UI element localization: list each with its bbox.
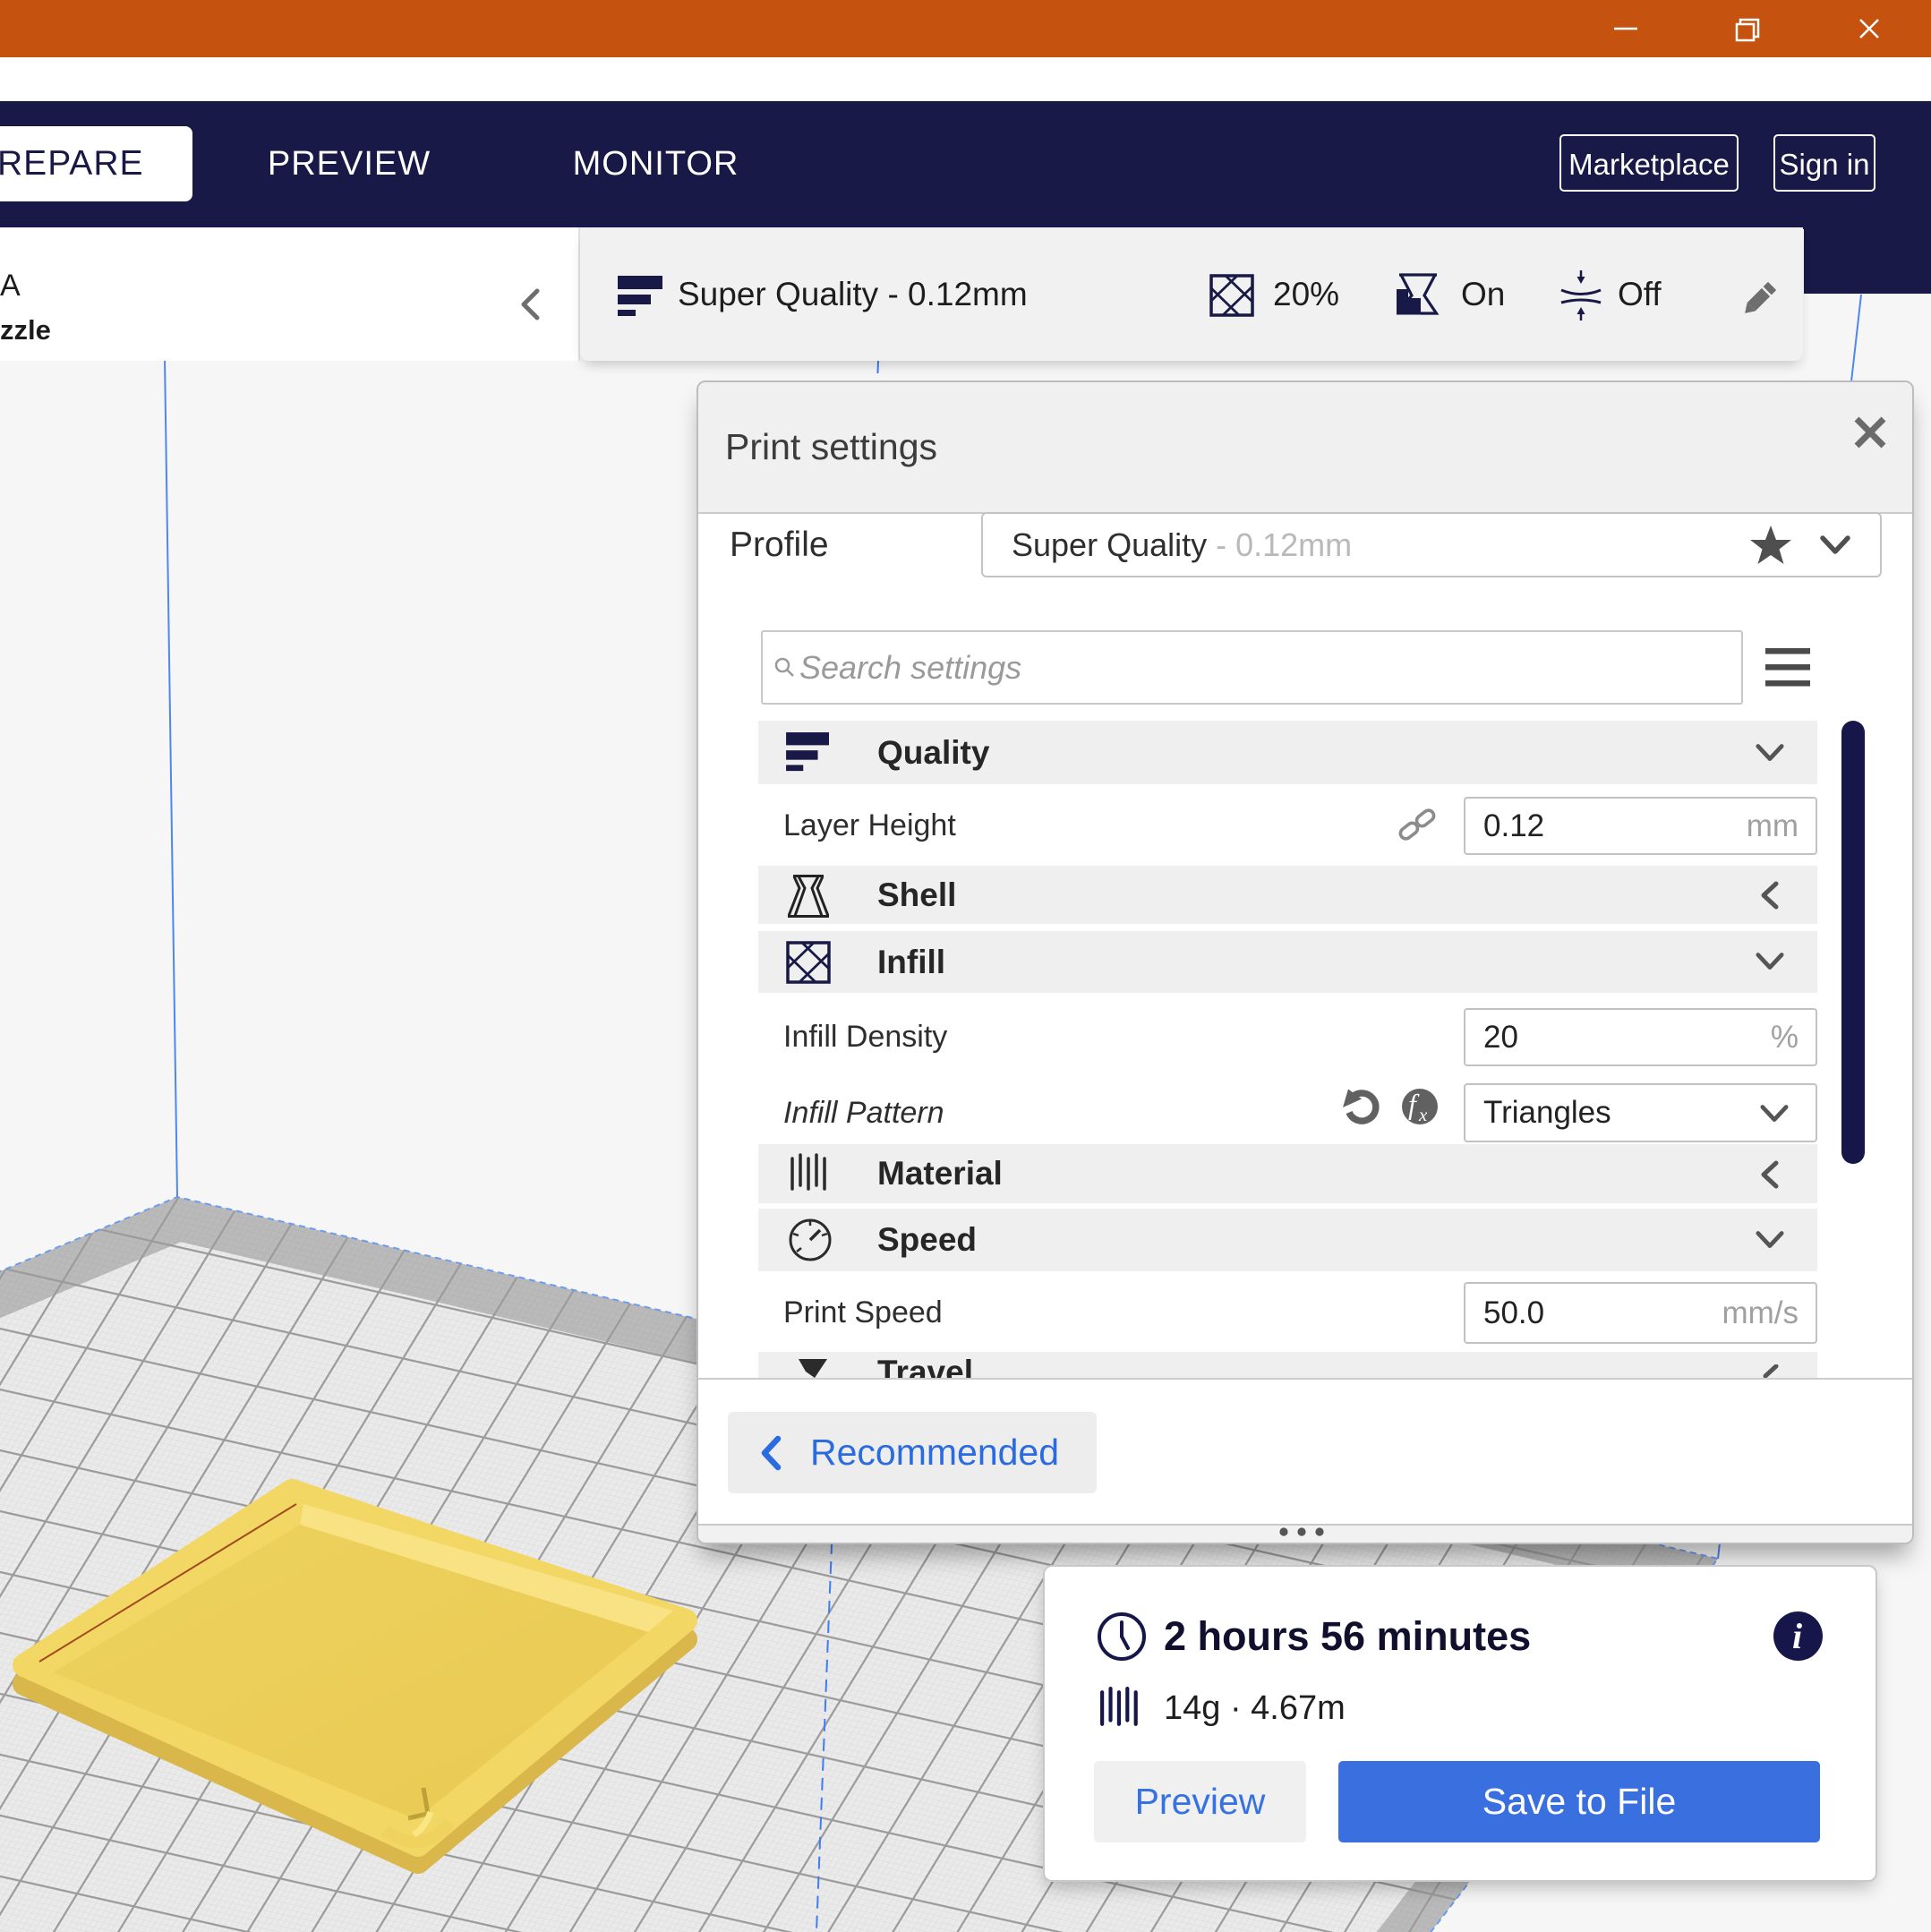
svg-text:x: x — [1418, 1104, 1428, 1125]
svg-text:i: i — [1792, 1616, 1802, 1656]
